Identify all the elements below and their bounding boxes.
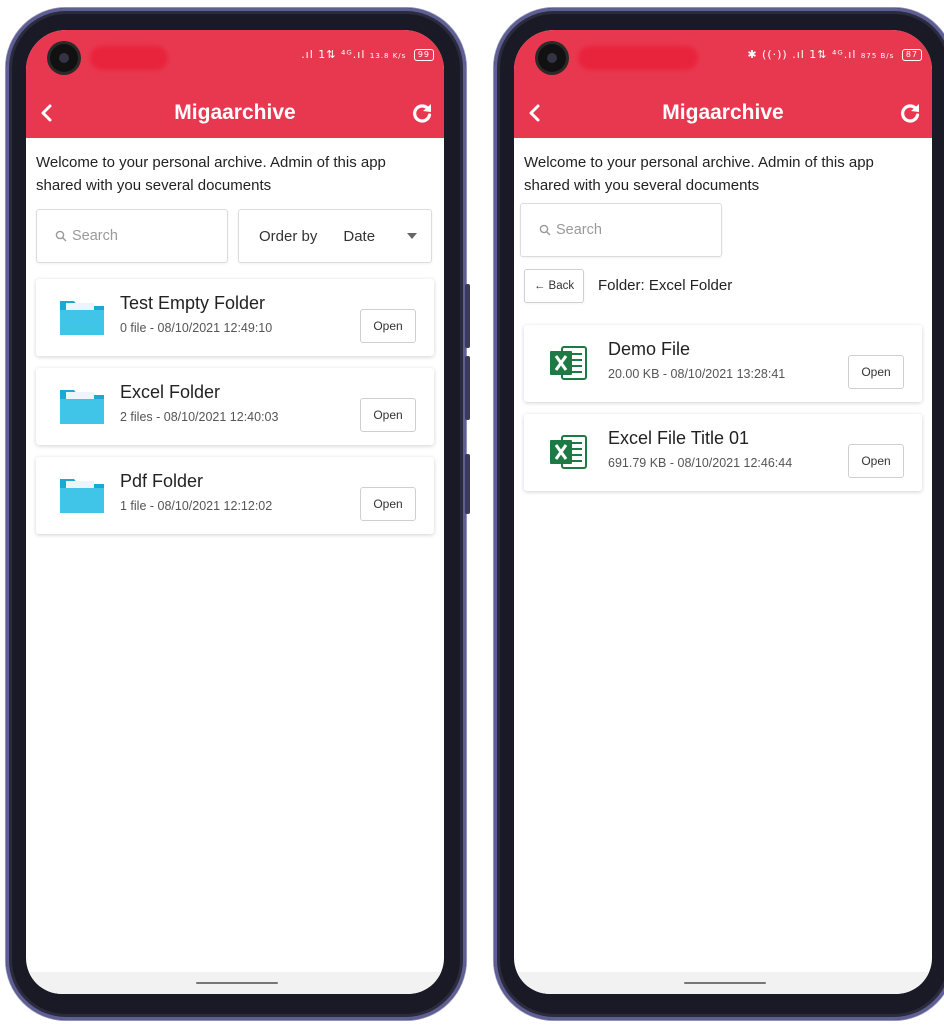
screen-folder-list: .ıl 1⇅ ⁴ᴳ.ıl 13.8 K/s 99 Migaarchive Wel… xyxy=(26,30,444,994)
open-button[interactable]: Open xyxy=(360,398,416,432)
phone-frame-right: ✱ ((·)) .ıl 1⇅ ⁴ᴳ.ıl 875 B/s 87 Migaarch… xyxy=(494,8,944,1020)
system-nav-bar xyxy=(26,972,444,994)
order-by-select[interactable]: Order by Date xyxy=(238,209,432,263)
app-bar: Migaarchive xyxy=(514,88,932,138)
folder-card[interactable]: Pdf Folder 1 file - 08/10/2021 12:12:02 … xyxy=(36,457,434,534)
power-button xyxy=(465,454,470,514)
folder-meta: 1 file - 08/10/2021 12:12:02 xyxy=(120,499,273,513)
order-by-label: Order by xyxy=(259,227,318,245)
excel-file-icon xyxy=(550,435,587,469)
folder-card[interactable]: Excel Folder 2 files - 08/10/2021 12:40:… xyxy=(36,368,434,445)
order-by-value: Date xyxy=(343,227,376,245)
battery-icon: 99 xyxy=(413,49,434,61)
status-bar: .ıl 1⇅ ⁴ᴳ.ıl 13.8 K/s 99 xyxy=(26,30,444,88)
file-name: Demo File xyxy=(608,339,691,359)
back-button[interactable]: ← Back xyxy=(524,269,584,303)
filter-toolbar: Search Order by Date xyxy=(26,209,444,279)
redacted-area xyxy=(90,46,168,70)
search-icon xyxy=(539,224,551,236)
screen-folder-contents: ✱ ((·)) .ıl 1⇅ ⁴ᴳ.ıl 875 B/s 87 Migaarch… xyxy=(514,30,932,994)
folder-icon xyxy=(60,479,104,513)
folder-name: Pdf Folder xyxy=(120,471,204,491)
search-icon xyxy=(55,230,67,242)
folder-name: Test Empty Folder xyxy=(120,293,266,313)
search-placeholder: Search xyxy=(72,228,118,244)
folder-icon xyxy=(60,301,104,335)
folder-card[interactable]: Test Empty Folder 0 file - 08/10/2021 12… xyxy=(36,279,434,356)
signal-indicators: .ıl 1⇅ ⁴ᴳ.ıl xyxy=(301,48,366,61)
current-folder-label: Folder: Excel Folder xyxy=(598,277,733,294)
file-meta: 20.00 KB - 08/10/2021 13:28:41 xyxy=(608,367,786,381)
status-bar: ✱ ((·)) .ıl 1⇅ ⁴ᴳ.ıl 875 B/s 87 xyxy=(514,30,932,88)
home-indicator[interactable] xyxy=(684,982,766,984)
redacted-area xyxy=(578,46,698,70)
excel-file-icon xyxy=(550,346,587,380)
filter-toolbar: Search xyxy=(514,203,932,257)
welcome-message: Welcome to your personal archive. Admin … xyxy=(524,154,874,194)
system-nav-bar xyxy=(514,972,932,994)
file-card[interactable]: Excel File Title 01 691.79 KB - 08/10/20… xyxy=(524,414,922,491)
front-camera xyxy=(538,44,566,72)
chevron-left-icon[interactable] xyxy=(36,100,58,126)
folder-meta: 2 files - 08/10/2021 12:40:03 xyxy=(120,410,279,424)
search-input[interactable]: Search xyxy=(36,209,228,263)
search-placeholder: Search xyxy=(556,222,602,238)
refresh-icon[interactable] xyxy=(410,101,434,125)
open-button[interactable]: Open xyxy=(848,355,904,389)
file-card[interactable]: Demo File 20.00 KB - 08/10/2021 13:28:41… xyxy=(524,325,922,402)
refresh-icon[interactable] xyxy=(898,101,922,125)
open-button[interactable]: Open xyxy=(848,444,904,478)
volume-up-button xyxy=(465,284,470,348)
volume-down-button xyxy=(465,356,470,420)
open-button[interactable]: Open xyxy=(360,487,416,521)
welcome-message: Welcome to your personal archive. Admin … xyxy=(36,154,386,194)
app-title: Migaarchive xyxy=(662,101,784,124)
app-bar: Migaarchive xyxy=(26,88,444,138)
file-meta: 691.79 KB - 08/10/2021 12:46:44 xyxy=(608,456,793,470)
folder-nav-row: ← Back Folder: Excel Folder xyxy=(524,269,922,307)
app-title: Migaarchive xyxy=(174,101,296,124)
signal-indicators: ✱ ((·)) .ıl 1⇅ ⁴ᴳ.ıl xyxy=(747,48,857,61)
chevron-left-icon[interactable] xyxy=(524,100,546,126)
chevron-down-icon xyxy=(407,233,417,239)
front-camera xyxy=(50,44,78,72)
folder-name: Excel Folder xyxy=(120,382,221,402)
file-name: Excel File Title 01 xyxy=(608,428,750,448)
status-icons: ✱ ((·)) .ıl 1⇅ ⁴ᴳ.ıl 875 B/s 87 xyxy=(747,48,922,61)
network-speed: 13.8 K/s xyxy=(369,52,407,60)
folder-icon xyxy=(60,390,104,424)
status-icons: .ıl 1⇅ ⁴ᴳ.ıl 13.8 K/s 99 xyxy=(301,48,434,61)
folder-meta: 0 file - 08/10/2021 12:49:10 xyxy=(120,321,273,335)
home-indicator[interactable] xyxy=(196,982,278,984)
open-button[interactable]: Open xyxy=(360,309,416,343)
network-speed: 875 B/s xyxy=(860,52,895,60)
battery-icon: 87 xyxy=(901,49,922,61)
search-input[interactable]: Search xyxy=(520,203,722,257)
phone-frame-left: .ıl 1⇅ ⁴ᴳ.ıl 13.8 K/s 99 Migaarchive Wel… xyxy=(6,8,470,1020)
